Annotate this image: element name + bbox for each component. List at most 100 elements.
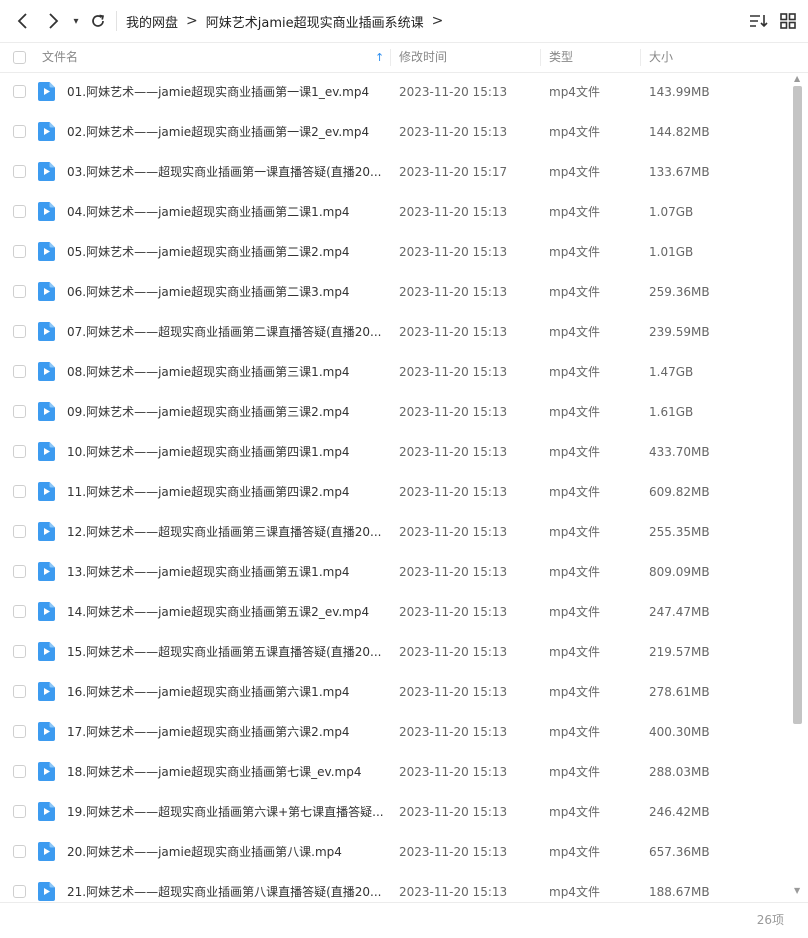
file-name[interactable]: 17.阿妹艺术——jamie超现实商业插画第六课2.mp4 [67,712,385,752]
file-row[interactable]: 08.阿妹艺术——jamie超现实商业插画第三课1.mp4 2023-11-20 … [0,352,790,392]
file-modified: 2023-11-20 15:13 [399,725,508,739]
file-name[interactable]: 03.阿妹艺术——超现实商业插画第一课直播答疑(直播20... [67,152,385,192]
file-type: mp4文件 [549,325,600,339]
file-row[interactable]: 10.阿妹艺术——jamie超现实商业插画第四课1.mp4 2023-11-20 … [0,432,790,472]
file-name[interactable]: 06.阿妹艺术——jamie超现实商业插画第二课3.mp4 [67,272,385,312]
row-checkbox[interactable] [13,325,26,338]
row-checkbox[interactable] [13,725,26,738]
file-row[interactable]: 19.阿妹艺术——超现实商业插画第六课+第七课直播答疑... 2023-11-20… [0,792,790,832]
column-size[interactable]: 大小 [649,43,673,72]
file-row[interactable]: 02.阿妹艺术——jamie超现实商业插画第一课2_ev.mp4 2023-11-… [0,112,790,152]
sort-ascending-icon[interactable]: ↑ [375,43,384,72]
row-checkbox[interactable] [13,365,26,378]
row-checkbox[interactable] [13,525,26,538]
file-modified: 2023-11-20 15:13 [399,285,508,299]
column-divider[interactable] [390,49,391,66]
row-checkbox[interactable] [13,565,26,578]
column-divider[interactable] [540,49,541,66]
column-divider[interactable] [640,49,641,66]
file-name[interactable]: 18.阿妹艺术——jamie超现实商业插画第七课_ev.mp4 [67,752,385,792]
sort-icon[interactable] [747,10,769,32]
row-checkbox[interactable] [13,405,26,418]
file-modified: 2023-11-20 15:13 [399,565,508,579]
refresh-icon[interactable] [88,9,108,33]
row-checkbox[interactable] [13,765,26,778]
select-all-checkbox[interactable] [13,51,26,64]
column-header: 文件名 ↑ 修改时间 类型 大小 [0,42,808,73]
file-name[interactable]: 08.阿妹艺术——jamie超现实商业插画第三课1.mp4 [67,352,385,392]
column-name[interactable]: 文件名 [42,43,78,72]
file-type: mp4文件 [549,405,600,419]
row-checkbox[interactable] [13,485,26,498]
file-row[interactable]: 09.阿妹艺术——jamie超现实商业插画第三课2.mp4 2023-11-20 … [0,392,790,432]
file-name[interactable]: 21.阿妹艺术——超现实商业插画第八课直播答疑(直播20... [67,872,385,904]
scroll-up-icon[interactable]: ▲ [794,74,800,83]
file-name[interactable]: 11.阿妹艺术——jamie超现实商业插画第四课2.mp4 [67,472,385,512]
file-name[interactable]: 01.阿妹艺术——jamie超现实商业插画第一课1_ev.mp4 [67,72,385,112]
file-row[interactable]: 04.阿妹艺术——jamie超现实商业插画第二课1.mp4 2023-11-20 … [0,192,790,232]
back-icon[interactable] [12,9,34,33]
file-row[interactable]: 13.阿妹艺术——jamie超现实商业插画第五课1.mp4 2023-11-20 … [0,552,790,592]
column-type[interactable]: 类型 [549,43,573,72]
scrollbar-thumb[interactable] [793,86,802,724]
row-checkbox[interactable] [13,205,26,218]
file-name[interactable]: 19.阿妹艺术——超现实商业插画第六课+第七课直播答疑... [67,792,385,832]
file-name[interactable]: 10.阿妹艺术——jamie超现实商业插画第四课1.mp4 [67,432,385,472]
breadcrumb-separator: > [431,13,444,29]
breadcrumb-item-current[interactable]: 阿妹艺术jamie超现实商业插画系统课 [206,12,424,31]
forward-icon[interactable] [42,9,64,33]
file-row[interactable]: 11.阿妹艺术——jamie超现实商业插画第四课2.mp4 2023-11-20 … [0,472,790,512]
file-row[interactable]: 01.阿妹艺术——jamie超现实商业插画第一课1_ev.mp4 2023-11-… [0,72,790,112]
file-size: 259.36MB [649,285,710,299]
file-row[interactable]: 18.阿妹艺术——jamie超现实商业插画第七课_ev.mp4 2023-11-2… [0,752,790,792]
row-checkbox[interactable] [13,605,26,618]
row-checkbox[interactable] [13,845,26,858]
column-modified[interactable]: 修改时间 [399,43,447,72]
row-checkbox[interactable] [13,685,26,698]
row-checkbox[interactable] [13,85,26,98]
file-name[interactable]: 15.阿妹艺术——超现实商业插画第五课直播答疑(直播20... [67,632,385,672]
file-name[interactable]: 13.阿妹艺术——jamie超现实商业插画第五课1.mp4 [67,552,385,592]
file-row[interactable]: 07.阿妹艺术——超现实商业插画第二课直播答疑(直播20... 2023-11-2… [0,312,790,352]
file-name[interactable]: 02.阿妹艺术——jamie超现实商业插画第一课2_ev.mp4 [67,112,385,152]
row-checkbox[interactable] [13,885,26,898]
file-row[interactable]: 20.阿妹艺术——jamie超现实商业插画第八课.mp4 2023-11-20 1… [0,832,790,872]
file-row[interactable]: 05.阿妹艺术——jamie超现实商业插画第二课2.mp4 2023-11-20 … [0,232,790,272]
row-checkbox[interactable] [13,125,26,138]
row-checkbox[interactable] [13,445,26,458]
video-file-icon [38,402,55,421]
file-name[interactable]: 16.阿妹艺术——jamie超现实商业插画第六课1.mp4 [67,672,385,712]
history-dropdown-icon[interactable]: ▾ [70,9,82,33]
video-file-icon [38,362,55,381]
file-row[interactable]: 03.阿妹艺术——超现实商业插画第一课直播答疑(直播20... 2023-11-2… [0,152,790,192]
file-modified: 2023-11-20 15:13 [399,405,508,419]
file-row[interactable]: 06.阿妹艺术——jamie超现实商业插画第二课3.mp4 2023-11-20 … [0,272,790,312]
row-checkbox[interactable] [13,285,26,298]
video-file-icon [38,882,55,901]
video-file-icon [38,482,55,501]
file-row[interactable]: 16.阿妹艺术——jamie超现实商业插画第六课1.mp4 2023-11-20 … [0,672,790,712]
file-name[interactable]: 04.阿妹艺术——jamie超现实商业插画第二课1.mp4 [67,192,385,232]
row-checkbox[interactable] [13,165,26,178]
file-name[interactable]: 09.阿妹艺术——jamie超现实商业插画第三课2.mp4 [67,392,385,432]
row-checkbox[interactable] [13,645,26,658]
file-row[interactable]: 14.阿妹艺术——jamie超现实商业插画第五课2_ev.mp4 2023-11-… [0,592,790,632]
breadcrumb-item-root[interactable]: 我的网盘 [126,12,178,31]
grid-view-icon[interactable] [777,10,799,32]
file-size: 255.35MB [649,525,710,539]
file-size: 400.30MB [649,725,710,739]
file-row[interactable]: 15.阿妹艺术——超现实商业插画第五课直播答疑(直播20... 2023-11-2… [0,632,790,672]
file-row[interactable]: 17.阿妹艺术——jamie超现实商业插画第六课2.mp4 2023-11-20 … [0,712,790,752]
toolbar-divider [116,11,117,31]
file-name[interactable]: 14.阿妹艺术——jamie超现实商业插画第五课2_ev.mp4 [67,592,385,632]
row-checkbox[interactable] [13,805,26,818]
file-name[interactable]: 12.阿妹艺术——超现实商业插画第三课直播答疑(直播20... [67,512,385,552]
row-checkbox[interactable] [13,245,26,258]
file-name[interactable]: 05.阿妹艺术——jamie超现实商业插画第二课2.mp4 [67,232,385,272]
file-name[interactable]: 07.阿妹艺术——超现实商业插画第二课直播答疑(直播20... [67,312,385,352]
file-modified: 2023-11-20 15:13 [399,645,508,659]
file-row[interactable]: 12.阿妹艺术——超现实商业插画第三课直播答疑(直播20... 2023-11-2… [0,512,790,552]
file-row[interactable]: 21.阿妹艺术——超现实商业插画第八课直播答疑(直播20... 2023-11-2… [0,872,790,904]
file-name[interactable]: 20.阿妹艺术——jamie超现实商业插画第八课.mp4 [67,832,385,872]
scroll-down-icon[interactable]: ▼ [794,886,800,895]
